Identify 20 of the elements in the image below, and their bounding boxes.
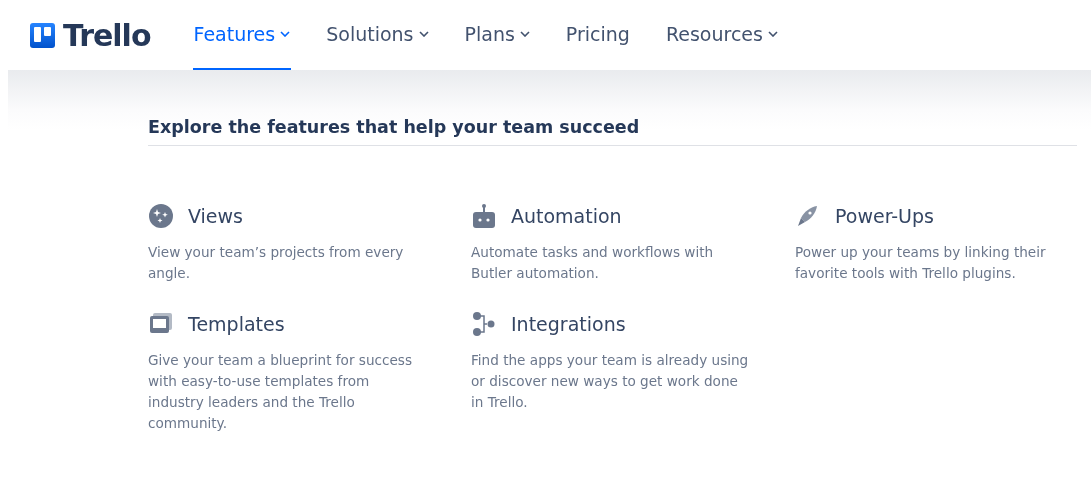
- feature-title[interactable]: Automation: [511, 205, 622, 227]
- feature-description: Automate tasks and workflows with Butler automation.: [471, 243, 715, 283]
- sparkle-circle-icon: [148, 203, 174, 229]
- feature-title[interactable]: Integrations: [511, 313, 626, 335]
- nav-link[interactable]: Resources: [664, 0, 779, 70]
- nav-link[interactable]: Pricing: [564, 0, 631, 70]
- feature-title[interactable]: Views: [188, 205, 243, 227]
- feature-title[interactable]: Templates: [188, 313, 285, 335]
- feature-description: View your team’s projects from every angle.: [148, 243, 405, 283]
- feature-description: Find the apps your team is already using or discover new ways to get work done in Trello.: [471, 351, 750, 412]
- feature-description: Give your team a blueprint for success with easy-to-use templates from industry leaders and the Trello community.: [148, 351, 413, 433]
- robot-icon: [471, 203, 497, 229]
- connection-icon: [471, 311, 497, 337]
- feature-description: Power up your teams by linking their favorite tools with Trello plugins.: [795, 243, 1047, 283]
- nav-link[interactable]: Solutions: [325, 0, 430, 70]
- nav-link[interactable]: Plans: [463, 0, 531, 70]
- logo-icon: [30, 22, 55, 48]
- logo-text[interactable]: Trello: [63, 17, 151, 53]
- feature-title[interactable]: Power-Ups: [835, 205, 934, 227]
- panel-heading: Explore the features that help your team succeed: [148, 116, 641, 139]
